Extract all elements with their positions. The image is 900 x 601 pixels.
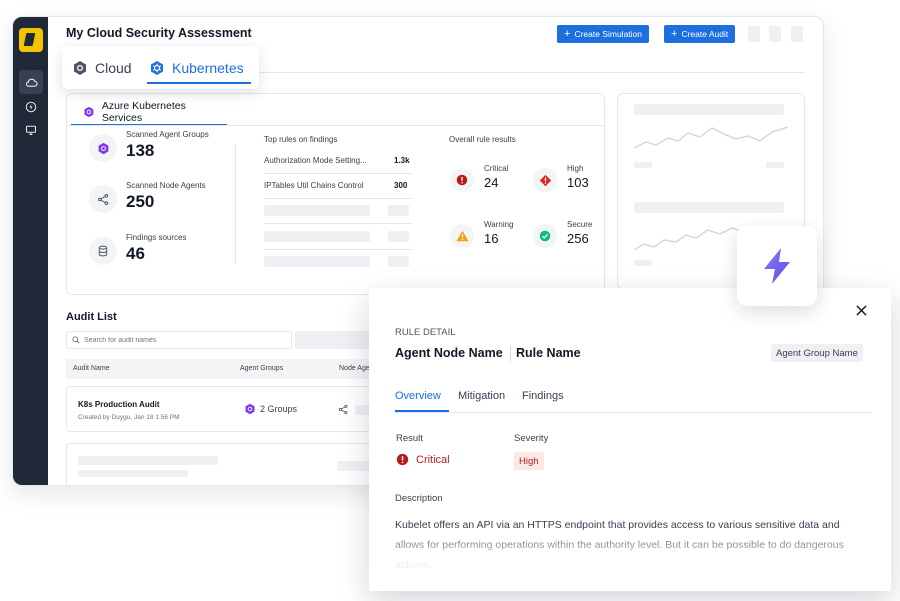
title-separator bbox=[510, 346, 511, 361]
create-simulation-button[interactable]: + Create Simulation bbox=[557, 25, 649, 43]
result-value: Critical bbox=[396, 453, 450, 466]
search-icon bbox=[72, 336, 80, 344]
active-tab-indicator bbox=[395, 410, 449, 412]
loading-placeholder bbox=[766, 162, 784, 168]
sidebar-item-simulations[interactable] bbox=[19, 95, 43, 119]
toolbar-placeholder-button[interactable] bbox=[748, 26, 760, 42]
platform-tabs: Cloud Kubernetes bbox=[62, 46, 259, 89]
tab-overview[interactable]: Overview bbox=[395, 390, 441, 402]
table-row[interactable]: K8s Production Audit Created by Duygu, J… bbox=[66, 386, 386, 432]
warning-icon bbox=[450, 224, 474, 248]
close-button[interactable] bbox=[853, 302, 869, 318]
column-divider bbox=[235, 144, 236, 264]
table-row-placeholder bbox=[66, 443, 386, 485]
trend-line-top bbox=[634, 126, 788, 149]
sidebar-item-cloud[interactable] bbox=[19, 70, 43, 94]
column-header-audit-name[interactable]: Audit Name bbox=[73, 365, 110, 372]
loading-placeholder bbox=[634, 104, 784, 115]
rule-name[interactable]: IPTables Util Chains Control bbox=[264, 181, 364, 190]
result-label: Result bbox=[396, 433, 423, 444]
audit-list-title: Audit List bbox=[66, 311, 117, 323]
row-divider bbox=[264, 198, 412, 199]
tab-mitigation[interactable]: Mitigation bbox=[458, 390, 505, 402]
loading-placeholder bbox=[634, 260, 652, 266]
tabs-divider bbox=[395, 412, 872, 413]
severity-label: Severity bbox=[514, 433, 549, 444]
high-icon bbox=[533, 168, 557, 192]
modal-kicker: RULE DETAIL bbox=[395, 327, 456, 338]
audit-name[interactable]: K8s Production Audit bbox=[78, 400, 159, 409]
plus-icon: + bbox=[671, 27, 678, 40]
loading-placeholder bbox=[388, 231, 409, 242]
rule-name-heading: Rule Name bbox=[516, 346, 581, 360]
overall-results-title: Overall rule results bbox=[449, 135, 516, 144]
critical-icon bbox=[450, 168, 474, 192]
sidebar bbox=[13, 17, 48, 485]
monitor-icon bbox=[25, 125, 37, 136]
toolbar-placeholder-button[interactable] bbox=[769, 26, 781, 42]
check-icon bbox=[533, 224, 557, 248]
agent-group-badge: Agent Group Name bbox=[771, 344, 863, 362]
description-label: Description bbox=[395, 493, 443, 504]
audit-search[interactable] bbox=[66, 331, 292, 349]
create-audit-button[interactable]: + Create Audit bbox=[664, 25, 736, 43]
kubernetes-summary-card: Azure Kubernetes Services Scanned Agent … bbox=[66, 93, 605, 295]
lightning-icon bbox=[764, 248, 790, 284]
card-divider bbox=[67, 125, 604, 126]
loading-placeholder bbox=[78, 470, 188, 477]
rule-count: 1.3k bbox=[394, 156, 410, 165]
tab-cloud[interactable]: Cloud bbox=[72, 46, 132, 89]
close-icon bbox=[855, 304, 867, 316]
column-header-node-agents[interactable]: Node Age bbox=[339, 365, 370, 372]
row-divider bbox=[264, 173, 412, 174]
tab-kubernetes[interactable]: Kubernetes bbox=[147, 46, 251, 89]
loading-placeholder bbox=[264, 231, 370, 242]
audit-agent-groups: 2 Groups bbox=[244, 403, 297, 415]
flash-tile[interactable] bbox=[737, 226, 817, 306]
loading-placeholder bbox=[264, 205, 370, 216]
row-divider bbox=[264, 249, 412, 250]
tab-findings[interactable]: Findings bbox=[522, 390, 564, 402]
kubernetes-icon bbox=[151, 60, 163, 75]
node-agents-icon bbox=[338, 404, 348, 415]
toolbar-placeholder-button[interactable] bbox=[791, 26, 803, 42]
top-rules-title: Top rules on findings bbox=[264, 135, 338, 144]
audit-search-input[interactable] bbox=[84, 336, 274, 344]
database-icon bbox=[89, 237, 117, 265]
header-divider bbox=[253, 72, 805, 73]
audit-table-header: Audit Name Agent Groups Node Age bbox=[66, 359, 386, 379]
app-logo bbox=[19, 28, 43, 52]
row-divider bbox=[264, 223, 412, 224]
bolt-circle-icon bbox=[25, 101, 37, 113]
kubernetes-icon bbox=[84, 106, 94, 118]
rule-name[interactable]: Authorization Mode Setting... bbox=[264, 156, 367, 165]
description-fade bbox=[369, 528, 891, 591]
critical-icon bbox=[396, 453, 409, 466]
tab-azure-kubernetes-services[interactable]: Azure Kubernetes Services bbox=[71, 100, 227, 126]
loading-placeholder bbox=[388, 256, 409, 267]
plus-icon: + bbox=[564, 27, 571, 40]
loading-placeholder bbox=[634, 162, 652, 168]
severity-badge: High bbox=[514, 452, 544, 470]
cloud-provider-icon bbox=[74, 60, 86, 75]
loading-placeholder bbox=[78, 456, 218, 465]
column-header-agent-groups[interactable]: Agent Groups bbox=[240, 365, 283, 372]
kubernetes-icon bbox=[89, 134, 117, 162]
rule-count: 300 bbox=[394, 181, 408, 190]
loading-placeholder bbox=[264, 256, 370, 267]
node-agents-icon bbox=[89, 185, 117, 213]
agent-node-name: Agent Node Name bbox=[395, 346, 503, 360]
loading-placeholder bbox=[634, 202, 784, 213]
kubernetes-icon bbox=[245, 403, 255, 415]
page-title: My Cloud Security Assessment bbox=[66, 26, 252, 40]
sidebar-item-monitor[interactable] bbox=[19, 118, 43, 142]
rule-detail-modal: RULE DETAIL Agent Node Name Rule Name Ag… bbox=[369, 288, 891, 591]
audit-meta: Created by Duygu, Jan 18 1:56 PM bbox=[78, 414, 180, 421]
loading-placeholder bbox=[388, 205, 409, 216]
cloud-icon bbox=[25, 78, 38, 87]
